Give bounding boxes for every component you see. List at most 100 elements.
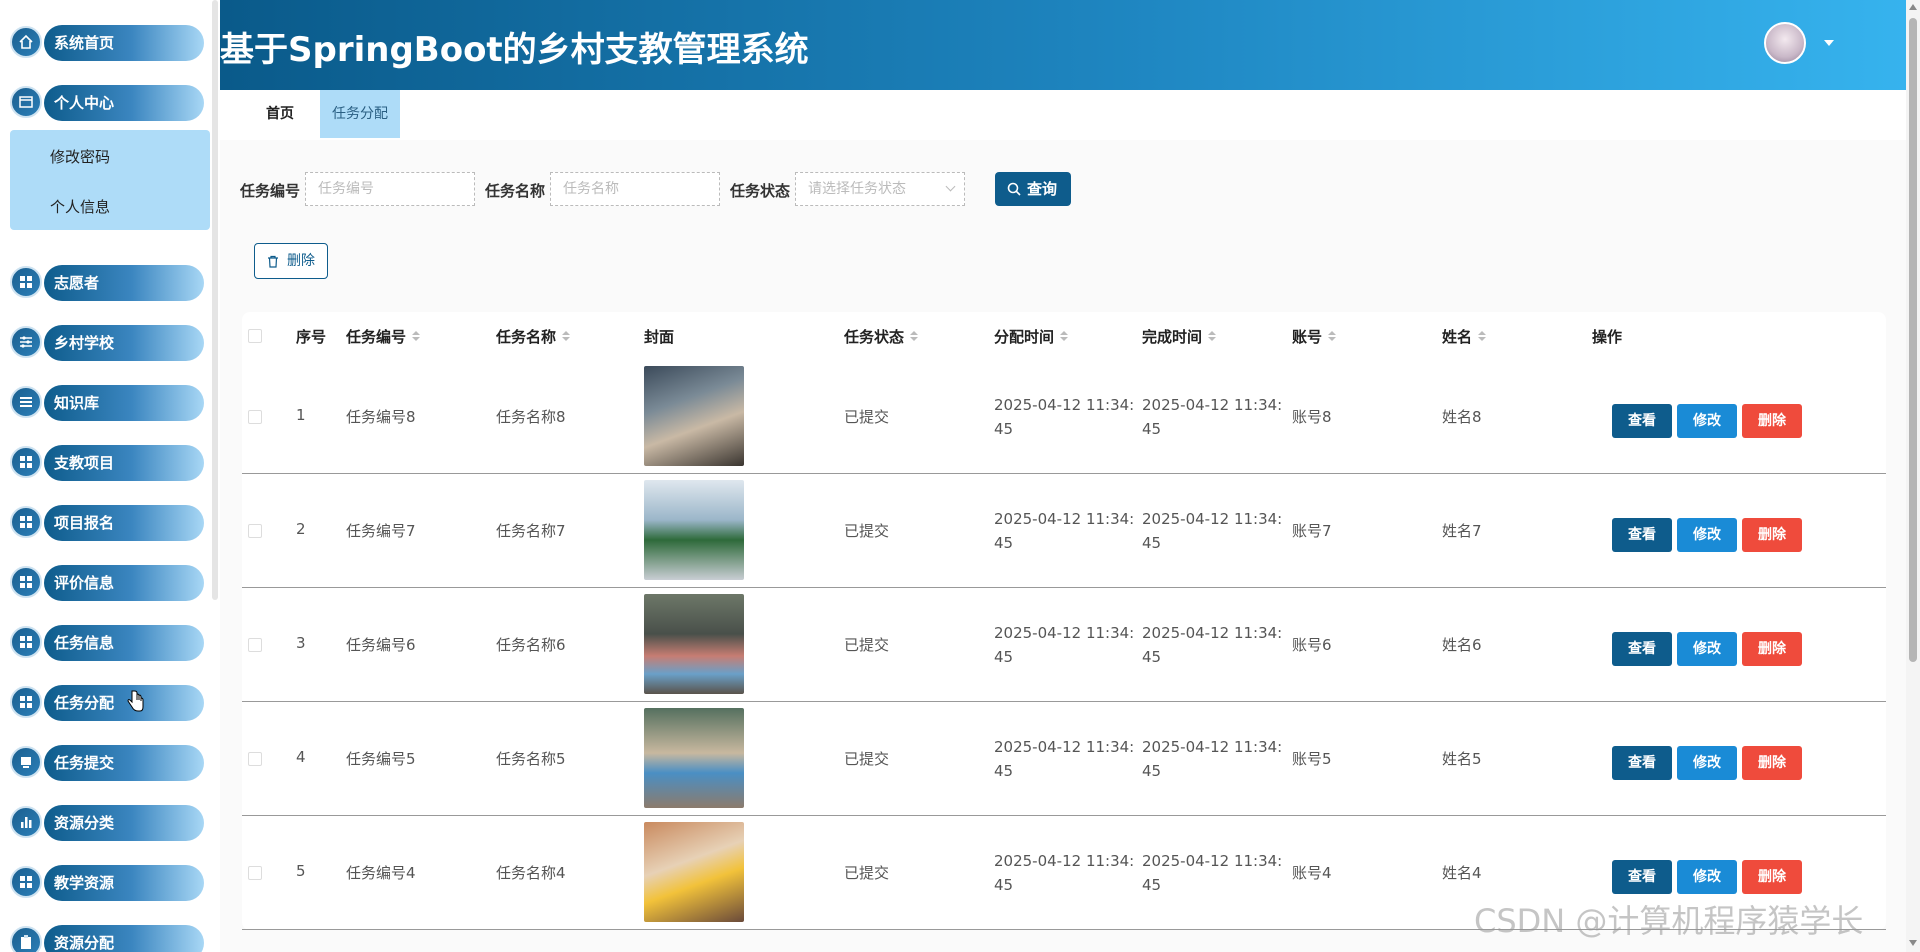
delete-button[interactable]: 删除 — [1742, 518, 1802, 552]
row-checkbox[interactable] — [248, 866, 262, 880]
sort-icon[interactable] — [1060, 331, 1069, 343]
scrollbar-thumb[interactable] — [1909, 18, 1917, 662]
sidebar-item-resource-assign[interactable]: 资源分配 — [10, 922, 204, 952]
header-index: 序号 — [296, 328, 327, 346]
list-icon — [10, 386, 42, 418]
cover-thumbnail[interactable] — [644, 822, 744, 922]
user-avatar[interactable] — [1764, 22, 1806, 64]
sidebar-item-evaluation[interactable]: 评价信息 — [10, 562, 204, 601]
sort-icon[interactable] — [562, 331, 571, 343]
scroll-up-arrow-icon[interactable] — [1909, 4, 1917, 10]
csdn-watermark: CSDN @计算机程序猿学长 — [1474, 902, 1864, 940]
search-label-task-status: 任务状态 — [730, 182, 791, 200]
sidebar-item-profile[interactable]: 个人中心 — [10, 82, 204, 121]
task-name-input[interactable]: 任务名称 — [550, 172, 720, 206]
sidebar-item-label: 资源分类 — [44, 805, 204, 841]
sidebar: 系统首页 个人中心 修改密码 个人信息 志愿者 乡村学校 知识库 支教项目 项目… — [0, 0, 218, 952]
search-icon — [1007, 182, 1021, 196]
sidebar-item-project-signup[interactable]: 项目报名 — [10, 502, 204, 541]
select-all-checkbox[interactable] — [248, 329, 262, 343]
cover-thumbnail[interactable] — [644, 366, 744, 466]
batch-delete-button[interactable]: 删除 — [254, 243, 328, 279]
row-checkbox[interactable] — [248, 524, 262, 538]
row-checkbox[interactable] — [248, 752, 262, 766]
row-checkbox[interactable] — [248, 638, 262, 652]
header-task-no[interactable]: 任务编号 — [346, 326, 421, 347]
view-button[interactable]: 查看 — [1612, 746, 1672, 780]
header-assign-time[interactable]: 分配时间 — [994, 326, 1069, 347]
home-icon — [10, 26, 42, 58]
view-button[interactable]: 查看 — [1612, 518, 1672, 552]
caret-down-icon[interactable] — [1824, 40, 1834, 46]
edit-button[interactable]: 修改 — [1677, 746, 1737, 780]
header-account[interactable]: 账号 — [1292, 326, 1337, 347]
header-status[interactable]: 任务状态 — [844, 326, 919, 347]
cover-thumbnail[interactable] — [644, 480, 744, 580]
sidebar-item-task-assign[interactable]: 任务分配 — [10, 682, 204, 721]
header-name[interactable]: 姓名 — [1442, 326, 1487, 347]
monitor-icon — [10, 746, 42, 778]
sort-icon[interactable] — [1478, 331, 1487, 343]
sidebar-item-village-school[interactable]: 乡村学校 — [10, 322, 204, 361]
view-button[interactable]: 查看 — [1612, 404, 1672, 438]
cell-name: 姓名5 — [1442, 750, 1482, 768]
sort-icon[interactable] — [1328, 331, 1337, 343]
sidebar-item-knowledge-base[interactable]: 知识库 — [10, 382, 204, 421]
scroll-down-arrow-icon[interactable] — [1909, 940, 1917, 946]
table-header: 序号 任务编号 任务名称 封面 任务状态 分配时间 完成时间 账号 姓名 操作 — [242, 312, 1886, 360]
sidebar-item-teaching-resource[interactable]: 教学资源 — [10, 862, 204, 901]
view-button[interactable]: 查看 — [1612, 632, 1672, 666]
cell-account: 账号6 — [1292, 636, 1332, 654]
cell-task-no: 任务编号6 — [346, 636, 416, 654]
tab-home[interactable]: 首页 — [254, 90, 306, 138]
search-button-label: 查询 — [1027, 180, 1058, 198]
header-finish-time[interactable]: 完成时间 — [1142, 326, 1217, 347]
edit-button[interactable]: 修改 — [1677, 632, 1737, 666]
page-scrollbar[interactable] — [1906, 0, 1920, 952]
header-task-name[interactable]: 任务名称 — [496, 326, 571, 347]
sidebar-item-teaching-project[interactable]: 支教项目 — [10, 442, 204, 481]
cell-account: 账号5 — [1292, 750, 1332, 768]
grid-icon — [10, 866, 42, 898]
delete-button[interactable]: 删除 — [1742, 632, 1802, 666]
profile-submenu: 修改密码 个人信息 — [10, 130, 210, 230]
sidebar-item-volunteer[interactable]: 志愿者 — [10, 262, 204, 301]
delete-button[interactable]: 删除 — [1742, 746, 1802, 780]
sort-icon[interactable] — [1208, 331, 1217, 343]
cell-task-no: 任务编号5 — [346, 750, 416, 768]
task-status-select[interactable]: 请选择任务状态 — [795, 172, 965, 206]
tab-bar: 首页 任务分配 — [220, 90, 1906, 140]
cell-finish-time: 2025-04-12 11:34:45 — [1142, 738, 1283, 780]
delete-button[interactable]: 删除 — [1742, 860, 1802, 894]
edit-button[interactable]: 修改 — [1677, 518, 1737, 552]
table-row: 1 任务编号8 任务名称8 已提交 2025-04-12 11:34:45 20… — [242, 360, 1886, 474]
sidebar-item-label: 评价信息 — [44, 565, 204, 601]
sort-icon[interactable] — [412, 331, 421, 343]
cover-thumbnail[interactable] — [644, 594, 744, 694]
header-cover: 封面 — [644, 328, 675, 346]
sidebar-item-label: 系统首页 — [44, 25, 204, 61]
sliders-icon — [10, 326, 42, 358]
sidebar-item-task-info[interactable]: 任务信息 — [10, 622, 204, 661]
edit-button[interactable]: 修改 — [1677, 860, 1737, 894]
edit-button[interactable]: 修改 — [1677, 404, 1737, 438]
view-button[interactable]: 查看 — [1612, 860, 1672, 894]
delete-button[interactable]: 删除 — [1742, 404, 1802, 438]
sidebar-item-home[interactable]: 系统首页 — [10, 22, 204, 61]
tab-task-assign[interactable]: 任务分配 — [320, 90, 400, 138]
cell-task-no: 任务编号8 — [346, 408, 416, 426]
sidebar-scrollbar[interactable] — [212, 0, 218, 600]
submenu-item-personal-info[interactable]: 个人信息 — [50, 196, 110, 217]
table-body: 1 任务编号8 任务名称8 已提交 2025-04-12 11:34:45 20… — [242, 360, 1886, 930]
sidebar-item-task-submit[interactable]: 任务提交 — [10, 742, 204, 781]
sort-icon[interactable] — [910, 331, 919, 343]
sidebar-item-resource-category[interactable]: 资源分类 — [10, 802, 204, 841]
table-row: 2 任务编号7 任务名称7 已提交 2025-04-12 11:34:45 20… — [242, 474, 1886, 588]
submenu-item-change-password[interactable]: 修改密码 — [50, 146, 110, 167]
row-checkbox[interactable] — [248, 410, 262, 424]
search-button[interactable]: 查询 — [995, 172, 1071, 206]
task-no-input[interactable]: 任务编号 — [305, 172, 475, 206]
cover-thumbnail[interactable] — [644, 708, 744, 808]
search-label-task-name: 任务名称 — [485, 182, 546, 200]
sidebar-item-label: 任务分配 — [44, 685, 204, 721]
